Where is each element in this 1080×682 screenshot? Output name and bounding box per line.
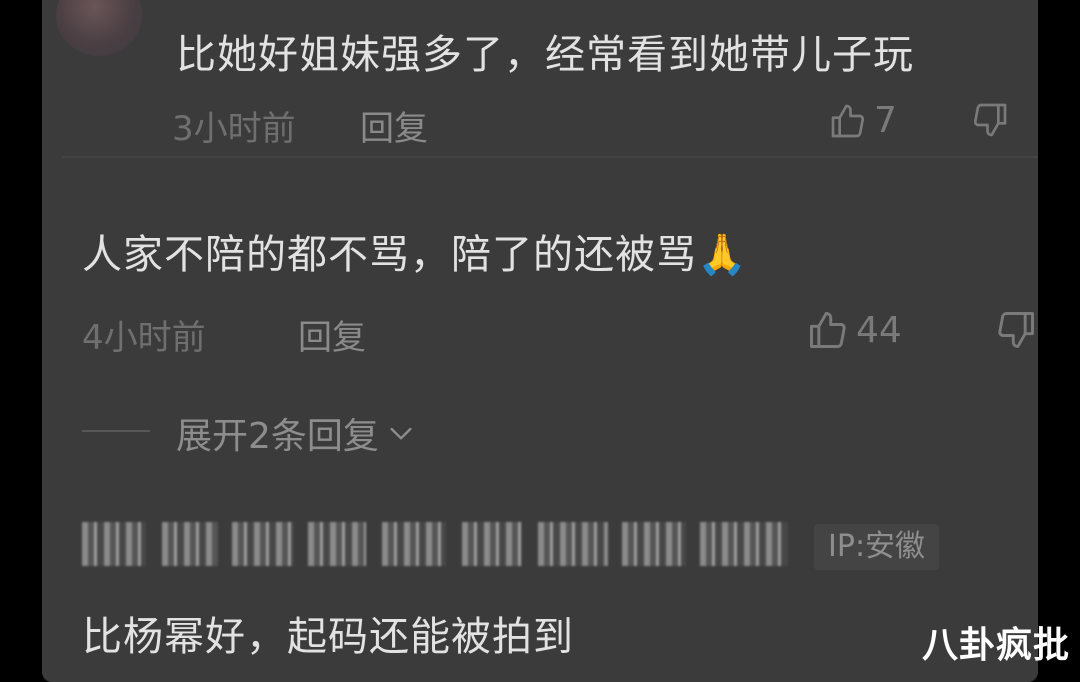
reply-button[interactable]: 回复: [298, 310, 366, 359]
reply-button[interactable]: 回复: [360, 101, 428, 150]
avatar[interactable]: [56, 0, 142, 56]
expand-replies-button[interactable]: 展开2条回复: [176, 407, 417, 459]
blurred-username: [82, 522, 792, 568]
thumbs-down-icon[interactable]: [970, 100, 1010, 140]
like-count: 7: [874, 100, 897, 141]
thumbs-down-icon[interactable]: [994, 308, 1038, 352]
comment-time: 3小时前: [172, 109, 296, 149]
like-count: 44: [856, 309, 902, 351]
like-button[interactable]: 44: [806, 308, 902, 352]
comment-text: 比杨幂好，起码还能被拍到: [82, 614, 574, 660]
chevron-down-icon: [390, 427, 412, 440]
thumbs-up-icon: [831, 104, 865, 137]
comment-panel: 比她好姐妹强多了，经常看到她带儿子玩 3小时前 回复 7 人家不陪的都不骂，陪了…: [42, 0, 1038, 682]
ip-location-badge: IP:安徽: [814, 524, 940, 570]
like-button[interactable]: 7: [828, 100, 897, 141]
thumbs-up-icon: [810, 312, 846, 348]
divider: [62, 156, 1038, 158]
expand-divider: [82, 430, 150, 432]
watermark: 八卦疯批: [922, 625, 1071, 666]
expand-replies-label: 展开2条回复: [176, 416, 379, 457]
comment-text: 人家不陪的都不骂，陪了的还被骂🙏: [82, 232, 748, 278]
comment-text: 比她好姐妹强多了，经常看到她带儿子玩: [176, 32, 914, 78]
comment-time: 4小时前: [82, 318, 206, 358]
